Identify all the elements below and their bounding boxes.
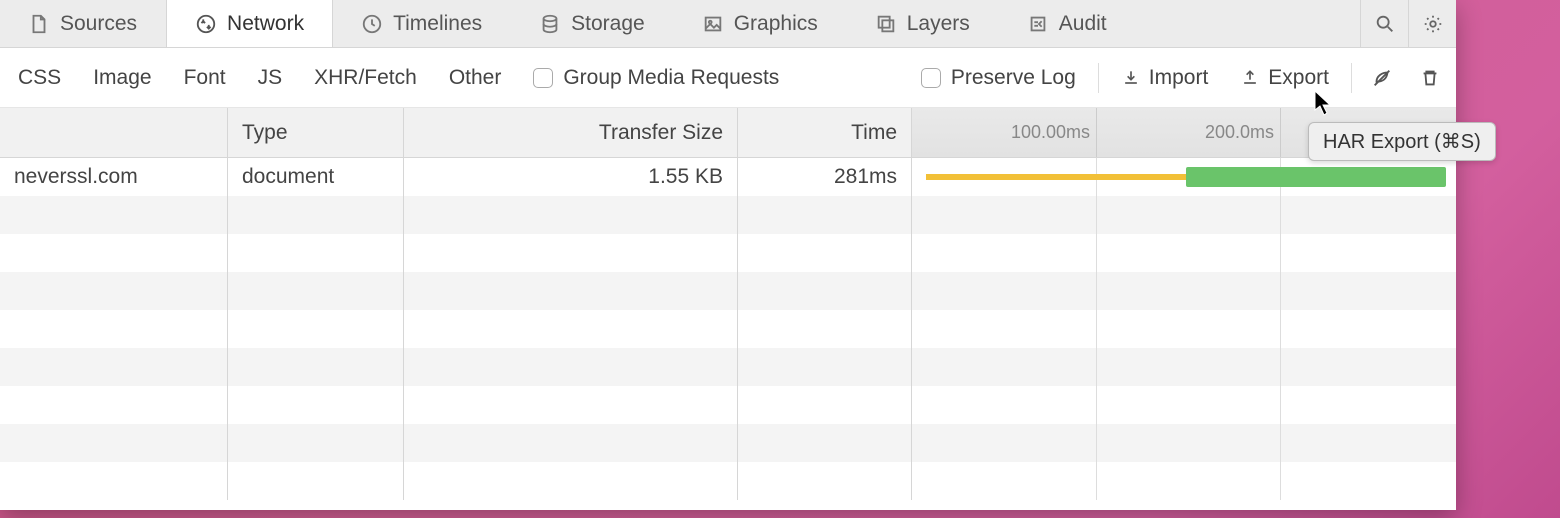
search-icon	[1374, 13, 1396, 35]
layers-icon	[875, 13, 897, 35]
search-button[interactable]	[1360, 0, 1408, 48]
filter-xhr-fetch[interactable]: XHR/Fetch	[300, 60, 431, 96]
filter-other[interactable]: Other	[435, 60, 516, 96]
clock-icon	[361, 13, 383, 35]
gear-icon	[1422, 13, 1444, 35]
tab-bar: Sources Network Timelines Storage Graphi…	[0, 0, 1456, 48]
tabbar-right	[1360, 0, 1456, 47]
filter-image[interactable]: Image	[79, 60, 165, 96]
leaf-slash-icon	[1371, 67, 1393, 89]
cell-timeline	[912, 158, 1456, 196]
document-icon	[28, 13, 50, 35]
tab-label: Timelines	[393, 12, 482, 36]
timeline-tick: 100.00ms	[912, 108, 1096, 157]
export-button[interactable]: Export	[1226, 66, 1343, 90]
column-time[interactable]: Time	[738, 108, 912, 157]
tab-label: Audit	[1059, 12, 1107, 36]
timing-load-bar	[1186, 167, 1446, 187]
filter-font[interactable]: Font	[170, 60, 240, 96]
devtools-window: Sources Network Timelines Storage Graphi…	[0, 0, 1456, 510]
column-name[interactable]	[0, 108, 228, 157]
tab-audit[interactable]: Audit	[999, 0, 1136, 47]
cell-size: 1.55 KB	[404, 158, 738, 196]
filter-js[interactable]: JS	[244, 60, 297, 96]
tab-label: Storage	[571, 12, 645, 36]
tab-label: Graphics	[734, 12, 818, 36]
database-icon	[539, 13, 561, 35]
checkbox-icon	[533, 68, 553, 88]
cell-time: 281ms	[738, 158, 912, 196]
preserve-log-checkbox[interactable]: Preserve Log	[907, 66, 1090, 90]
filter-bar: CSS Image Font JS XHR/Fetch Other Group …	[0, 48, 1456, 108]
trash-icon	[1419, 67, 1441, 89]
timing-wait-bar	[926, 174, 1186, 180]
button-label: Import	[1149, 66, 1209, 90]
tab-network[interactable]: Network	[166, 0, 333, 47]
table-row[interactable]: neverssl.com document 1.55 KB 281ms	[0, 158, 1456, 196]
requests-table: Type Transfer Size Time 100.00ms 200.0ms…	[0, 108, 1456, 510]
table-body: neverssl.com document 1.55 KB 281ms	[0, 158, 1456, 510]
disable-cache-button[interactable]	[1360, 56, 1404, 100]
cell-name: neverssl.com	[0, 158, 228, 196]
column-transfer-size[interactable]: Transfer Size	[404, 108, 738, 157]
audit-icon	[1027, 13, 1049, 35]
import-button[interactable]: Import	[1107, 66, 1223, 90]
column-type[interactable]: Type	[228, 108, 404, 157]
tab-storage[interactable]: Storage	[511, 0, 674, 47]
checkbox-label: Preserve Log	[951, 66, 1076, 90]
group-media-checkbox[interactable]: Group Media Requests	[519, 66, 793, 90]
checkbox-icon	[921, 68, 941, 88]
tab-sources[interactable]: Sources	[0, 0, 166, 47]
tab-timelines[interactable]: Timelines	[333, 0, 511, 47]
tab-label: Network	[227, 12, 304, 36]
checkbox-label: Group Media Requests	[563, 66, 779, 90]
tab-layers[interactable]: Layers	[847, 0, 999, 47]
network-icon	[195, 13, 217, 35]
download-icon	[1121, 68, 1141, 88]
table-header: Type Transfer Size Time 100.00ms 200.0ms	[0, 108, 1456, 158]
upload-icon	[1240, 68, 1260, 88]
clear-button[interactable]	[1408, 56, 1452, 100]
tab-label: Layers	[907, 12, 970, 36]
export-tooltip: HAR Export (⌘S)	[1308, 122, 1496, 161]
filter-css[interactable]: CSS	[4, 60, 75, 96]
tab-graphics[interactable]: Graphics	[674, 0, 847, 47]
settings-button[interactable]	[1408, 0, 1456, 48]
button-label: Export	[1268, 66, 1329, 90]
image-icon	[702, 13, 724, 35]
timeline-tick: 200.0ms	[1096, 108, 1280, 157]
tab-label: Sources	[60, 12, 137, 36]
cell-type: document	[228, 158, 404, 196]
